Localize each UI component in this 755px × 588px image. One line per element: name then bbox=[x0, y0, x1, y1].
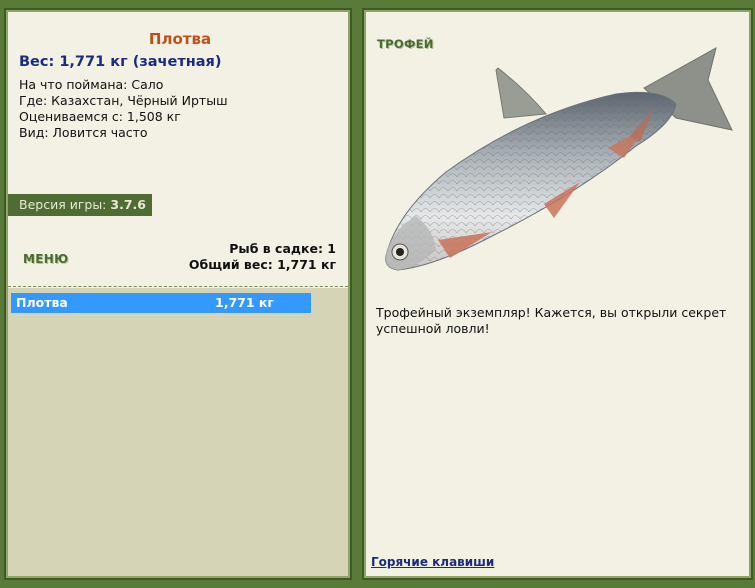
trophy-description: Трофейный экземпляр! Кажется, вы открыли… bbox=[376, 305, 727, 336]
location-line: Где: Казахстан, Чёрный Иртыш bbox=[19, 93, 228, 108]
roach-fish-image bbox=[385, 47, 733, 271]
keepnet-total-weight: Общий вес: 1,771 кг bbox=[188, 257, 336, 272]
divider bbox=[8, 286, 348, 287]
catch-item-name: Плотва bbox=[16, 295, 68, 310]
kind-line: Вид: Ловится часто bbox=[19, 125, 148, 140]
hotkeys-link[interactable]: Горячие клавиши bbox=[371, 555, 494, 569]
bait-line: На что поймана: Сало bbox=[19, 77, 164, 92]
fish-name-title: Плотва bbox=[148, 30, 212, 48]
version-value: 3.7.6 bbox=[110, 197, 146, 212]
keepnet-stats: Рыб в садке: 1 Общий вес: 1,771 кг bbox=[189, 241, 336, 273]
menu-button[interactable]: МЕНЮ bbox=[23, 252, 68, 266]
keepnet-count: Рыб в садке: 1 bbox=[229, 241, 336, 256]
game-version-bar: Версия игры: 3.7.6 bbox=[8, 194, 152, 216]
catch-list bbox=[8, 288, 348, 576]
fish-weight-line: Вес: 1,771 кг (зачетная) bbox=[19, 54, 222, 70]
valued-from-line: Оцениваемся с: 1,508 кг bbox=[19, 109, 181, 124]
version-label: Версия игры: bbox=[19, 197, 107, 212]
fish-details: На что поймана: Сало Где: Казахстан, Чёр… bbox=[19, 77, 228, 141]
catch-item-weight: 1,771 кг bbox=[215, 295, 274, 310]
catch-list-item[interactable]: Плотва 1,771 кг bbox=[11, 293, 311, 313]
